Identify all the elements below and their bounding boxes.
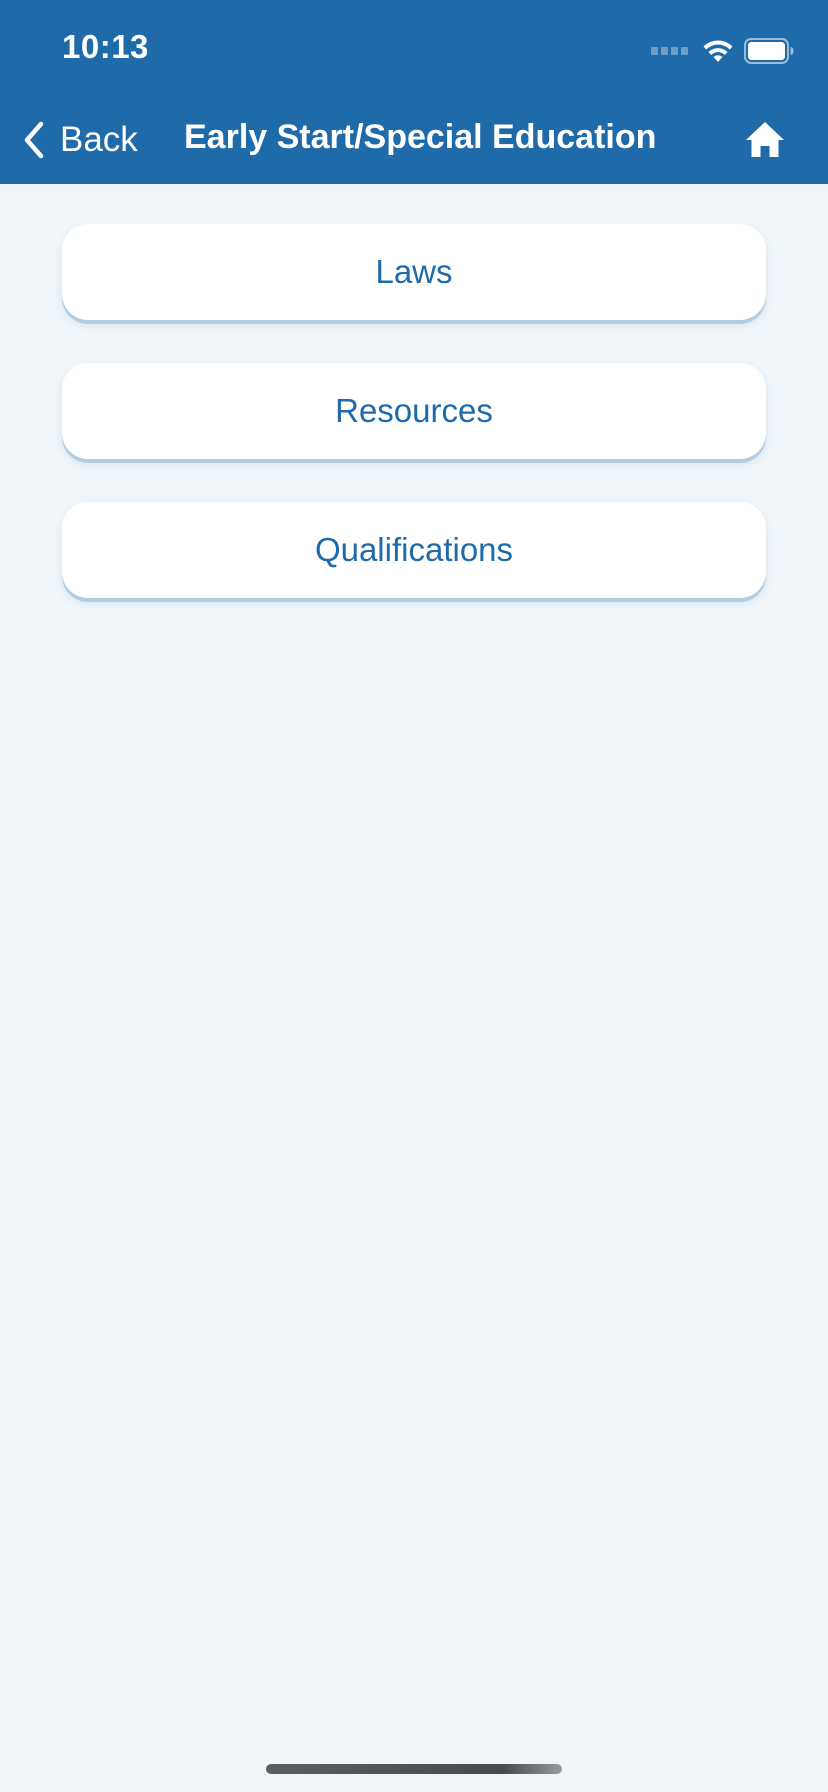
battery-icon [744,38,794,64]
back-button[interactable]: Back [22,112,138,168]
resources-button[interactable]: Resources [62,363,766,459]
app-header: 10:13 Back Early Start/Special Education [0,0,828,184]
chevron-left-icon [24,121,44,159]
status-time: 10:13 [62,28,149,65]
wifi-icon [703,40,733,62]
qualifications-button[interactable]: Qualifications [62,502,766,598]
page-title: Early Start/Special Education [184,118,657,156]
home-button[interactable] [744,120,786,160]
home-indicator[interactable] [266,1764,562,1774]
home-icon [746,122,784,157]
back-label: Back [60,120,138,159]
cellular-signal-icon [651,47,688,55]
laws-button[interactable]: Laws [62,224,766,320]
status-icons [651,36,794,66]
menu-list: Laws Resources Qualifications [62,224,766,641]
